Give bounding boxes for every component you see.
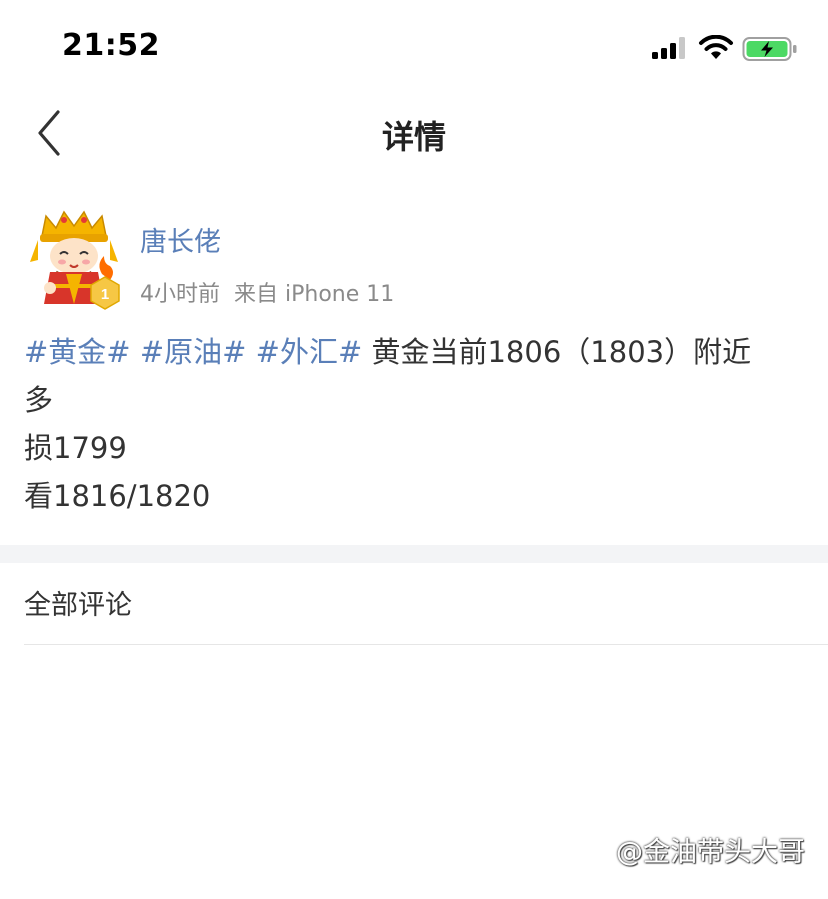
section-divider [0,545,828,563]
signal-icon [652,37,685,59]
post-text-line-3: 损1799 [24,431,127,465]
post-source: 来自 iPhone 11 [234,282,395,307]
wifi-icon [699,35,733,59]
author-name[interactable]: 唐长佬 [140,220,221,259]
post-text-line-1: 黄金当前1806（1803）附近 [371,335,752,369]
page: 21:52 详情 1 唐长佬 4小时前 来自 iPhone 11 #黄金# #原… [0,0,828,899]
post-header: 1 唐长佬 4小时前 来自 iPhone 11 [0,206,828,310]
post-body: #黄金# #原油# #外汇# 黄金当前1806（1803）附近 多 损1799 … [24,328,804,520]
topic-tag-gold[interactable]: #黄金# [24,335,131,369]
post-time: 4小时前 [140,282,220,307]
post-text-line-4: 看1816/1820 [24,479,211,513]
battery-icon [742,37,797,61]
status-icons [650,33,800,63]
back-chevron-icon[interactable] [30,108,70,158]
status-bar: 21:52 [0,0,828,90]
page-title: 详情 [381,118,446,156]
watermark: @金油带头大哥 [588,830,824,870]
avatar[interactable]: 1 [26,210,122,310]
watermark-text: @金油带头大哥 [616,837,805,868]
rank-badge-number: 1 [101,286,109,303]
topic-tag-forex[interactable]: #外汇# [256,335,363,369]
rank-badge-icon: 1 [90,276,120,310]
weibo-logo-icon [590,840,612,862]
post-text-line-2: 多 [24,383,54,417]
status-time: 21:52 [62,28,160,63]
comments-header: 全部评论 [24,590,132,621]
comments-divider [24,644,828,645]
post-meta: 4小时前 来自 iPhone 11 [140,276,408,308]
post-line-1: #黄金# #原油# #外汇# 黄金当前1806（1803）附近 [24,328,804,376]
topic-tag-oil[interactable]: #原油# [140,335,247,369]
nav-bar: 详情 [0,90,828,176]
